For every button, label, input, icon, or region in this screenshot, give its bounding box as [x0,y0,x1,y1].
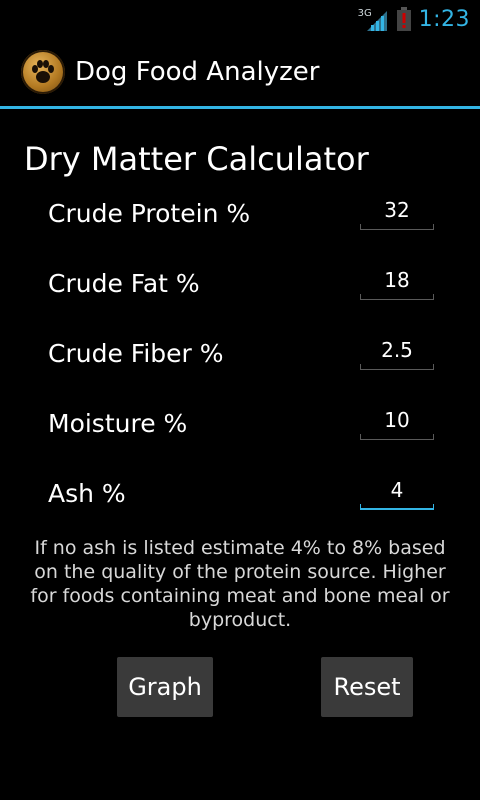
graph-button[interactable]: Graph [117,657,213,717]
ash-hint-text: If no ash is listed estimate 4% to 8% ba… [30,537,450,631]
paw-icon[interactable] [21,50,65,94]
battery-alert-icon [396,7,411,31]
protein-underline [360,224,434,230]
fiber-label: Crude Fiber % [48,339,224,368]
status-bar: 3G 1:23 [0,0,480,38]
cell-signal-icon: 3G [358,7,389,31]
app-title: Dog Food Analyzer [75,57,320,87]
fiber-underline [360,364,434,370]
network-type: 3G [357,8,372,19]
fat-input[interactable] [360,264,434,296]
ash-label: Ash % [48,479,126,508]
ash-input[interactable] [360,474,434,506]
moisture-row: Moisture % [0,404,480,468]
fiber-field[interactable] [360,334,434,374]
status-icons: 3G 1:23 [358,4,470,34]
moisture-input[interactable] [360,404,434,436]
fat-row: Crude Fat % [0,264,480,328]
status-clock: 1:23 [418,6,470,32]
fiber-input[interactable] [360,334,434,366]
fat-underline [360,294,434,300]
moisture-field[interactable] [360,404,434,444]
protein-input[interactable] [360,194,434,226]
moisture-underline [360,434,434,440]
fiber-row: Crude Fiber % [0,334,480,398]
ash-row: Ash % [0,474,480,538]
reset-button[interactable]: Reset [321,657,413,717]
fat-label: Crude Fat % [48,269,200,298]
fat-field[interactable] [360,264,434,304]
action-bar: Dog Food Analyzer [0,38,480,109]
moisture-label: Moisture % [48,409,188,438]
protein-field[interactable] [360,194,434,234]
protein-label: Crude Protein % [48,199,251,228]
page-title: Dry Matter Calculator [24,140,369,178]
protein-row: Crude Protein % [0,194,480,258]
ash-field[interactable] [360,474,434,514]
ash-underline [360,504,434,510]
